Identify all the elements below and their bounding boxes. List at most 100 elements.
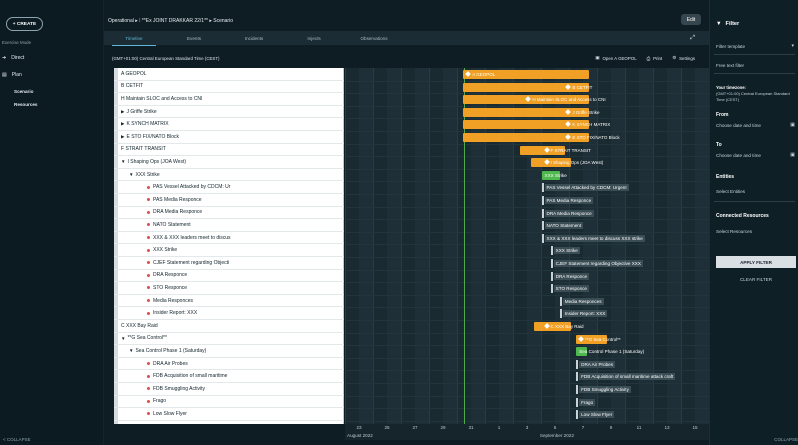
row-label[interactable]: ▶ J Griffe Strike bbox=[114, 106, 344, 119]
collapse-left-button[interactable]: < COLLAPSE bbox=[3, 437, 31, 442]
tab-observations[interactable]: Observations bbox=[344, 35, 404, 41]
entities-select[interactable]: Select Entities bbox=[716, 189, 745, 194]
row-label[interactable]: Low Slow Flyer bbox=[114, 408, 344, 421]
settings-button[interactable]: ⚙ Settings bbox=[672, 55, 695, 61]
print-button[interactable]: ⎙ Print bbox=[647, 56, 663, 61]
row-label-text: Media Responces bbox=[153, 297, 194, 304]
timeline-bar[interactable]: J Griffe Strike bbox=[463, 107, 600, 117]
tab-events[interactable]: Events bbox=[164, 35, 224, 41]
row-label[interactable]: Frago bbox=[114, 396, 344, 409]
edit-button[interactable]: Edit bbox=[681, 14, 701, 25]
clear-filter-button[interactable]: CLEAR FILTER bbox=[716, 274, 796, 284]
row-label[interactable]: A GEOPOL bbox=[114, 68, 344, 81]
event-marker[interactable]: DRA Media Responce bbox=[541, 208, 594, 218]
event-marker[interactable]: XXX Strike bbox=[550, 246, 580, 256]
row-label[interactable]: F STRAIT TRANSIT bbox=[114, 144, 344, 157]
row-label[interactable]: ▼ **G Sea Control** bbox=[114, 333, 344, 346]
collapse-right-button[interactable]: COLLAPSE bbox=[774, 437, 798, 442]
row-label[interactable]: ▼ Sea Control Phase 1 (Saturday) bbox=[114, 345, 344, 358]
event-marker[interactable]: PAS Vessel Attacked by CDCM: Urgent bbox=[541, 183, 629, 193]
chevron-down-icon[interactable]: ▾ bbox=[791, 43, 794, 49]
event-marker[interactable]: XXX & XXX leaders meet to discuss XXX st… bbox=[541, 233, 645, 243]
chevron-down-icon[interactable]: ▼ bbox=[121, 336, 125, 341]
timeline-bar[interactable]: H Maintain SLOC and Access to CNI bbox=[463, 95, 606, 105]
tab-timeline[interactable]: Timeline bbox=[104, 35, 164, 46]
event-marker[interactable]: DRA Responce bbox=[550, 271, 590, 281]
filter-template-select[interactable]: Filter template bbox=[716, 44, 745, 49]
event-marker[interactable]: FDB Smuggling Activity bbox=[576, 385, 631, 394]
event-marker[interactable]: NATO Statement bbox=[541, 221, 584, 231]
row-label[interactable]: PAS Vessel Attacked by CDCM: Ur bbox=[114, 181, 344, 194]
chevron-right-icon[interactable]: ▶ bbox=[121, 121, 124, 127]
row-label[interactable]: B CETFIT bbox=[114, 81, 344, 94]
calendar-icon[interactable]: ▣ bbox=[790, 152, 795, 158]
event-flag-icon bbox=[541, 221, 544, 231]
row-label[interactable]: NATO Statement bbox=[114, 219, 344, 232]
timeline-bar[interactable]: C XXX Bay Raid bbox=[534, 322, 584, 331]
row-label[interactable]: C XXX Bay Raid bbox=[114, 320, 344, 333]
tab-injects[interactable]: Injects bbox=[284, 35, 344, 41]
row-label[interactable]: XXX & XXX leaders meet to discus bbox=[114, 232, 344, 245]
row-label[interactable]: DRA Responce bbox=[114, 270, 344, 283]
open-geopol-label: Open A GEOPOL bbox=[602, 55, 637, 61]
create-button[interactable]: + CREATE bbox=[6, 17, 43, 31]
row-label[interactable]: STO Responce bbox=[114, 282, 344, 295]
chevron-right-icon[interactable]: ▶ bbox=[121, 109, 124, 115]
row-label[interactable]: ▶ E STO FIX/NATO Block bbox=[114, 131, 344, 144]
row-label[interactable]: H Maintain SLOC and Access to CNI bbox=[114, 93, 344, 106]
resources-select[interactable]: Select Resources bbox=[716, 229, 752, 234]
row-label[interactable]: XXX Strike bbox=[114, 244, 344, 257]
event-marker[interactable]: FDB Acquisition of small maritime attack… bbox=[576, 372, 676, 382]
gear-icon: ⚙ bbox=[672, 55, 677, 60]
row-label[interactable]: CJEF Statement regarding Objecti bbox=[114, 257, 344, 270]
chevron-down-icon[interactable]: ▼ bbox=[129, 348, 133, 353]
row-label[interactable]: ▼ XXX Strike bbox=[114, 169, 344, 182]
row-label[interactable]: Insider Report: XXX bbox=[114, 307, 344, 320]
timeline-bar[interactable]: F STRAIT TRANSIT bbox=[519, 145, 591, 155]
event-marker[interactable]: CJEF Statement regarding Objective XXX bbox=[550, 259, 643, 268]
timeline-bar[interactable]: **G Sea Control** bbox=[576, 334, 621, 344]
row-label[interactable]: DRA Media Responce bbox=[114, 207, 344, 220]
chevron-down-icon[interactable]: ▼ bbox=[129, 172, 133, 177]
chevron-down-icon[interactable]: ▼ bbox=[121, 159, 125, 164]
row-label[interactable]: FDB Smuggling Activity bbox=[114, 383, 344, 396]
row-label[interactable]: DRA Air Probes bbox=[114, 358, 344, 371]
row-divider bbox=[345, 383, 709, 384]
event-marker[interactable]: Insider Report: XXX bbox=[559, 309, 608, 319]
timeline-chart-area[interactable]: A GEOPOL B CETFIT H Maintain SLOC and Acce… bbox=[345, 68, 709, 424]
calendar-icon[interactable]: ▣ bbox=[790, 122, 795, 128]
event-marker[interactable]: Low Slow Flyer bbox=[576, 410, 615, 420]
tab-incidents[interactable]: Incidents bbox=[224, 35, 284, 41]
open-geopol-button[interactable]: ▣ Open A GEOPOL bbox=[595, 55, 636, 61]
row-label[interactable]: ▶ K SYNCH MATRIX bbox=[114, 118, 344, 131]
event-label: NATO Statement bbox=[544, 222, 584, 230]
timeline-bar[interactable]: B CETFIT bbox=[463, 82, 592, 92]
timeline-bar[interactable]: I Shaping Ops (JOA West) bbox=[530, 158, 603, 168]
to-date-input[interactable]: Choose date and time bbox=[716, 153, 761, 158]
bar-label-text: H Maintain SLOC and Access to CNI bbox=[532, 97, 606, 103]
event-marker[interactable]: STO Responce bbox=[550, 284, 589, 294]
apply-filter-button[interactable]: APPLY FILTER bbox=[716, 256, 796, 268]
nav-sub-resources[interactable]: Resources bbox=[14, 102, 38, 107]
event-marker[interactable]: Media Responces bbox=[559, 296, 604, 306]
expand-icon[interactable]: ⤢ bbox=[690, 35, 695, 42]
timeline-bar[interactable]: A GEOPOL bbox=[463, 70, 589, 79]
milestone-icon bbox=[565, 121, 572, 128]
row-label[interactable]: PAS Media Responce bbox=[114, 194, 344, 207]
timeline-bar[interactable]: K SYNCH MATRIX bbox=[463, 120, 610, 130]
nav-item-plan[interactable]: ▤ Plan bbox=[2, 72, 22, 78]
row-label[interactable]: ▼ I Shaping Ops (JOA West) bbox=[114, 156, 344, 169]
nav-item-direct[interactable]: ➜ Direct bbox=[2, 55, 24, 61]
event-marker[interactable]: Frago bbox=[576, 397, 596, 407]
event-marker[interactable]: DRA Air Probes bbox=[576, 359, 616, 369]
row-label[interactable]: FDB Acquisition of small maritime bbox=[114, 370, 344, 383]
settings-label: Settings bbox=[679, 55, 695, 61]
from-date-input[interactable]: Choose date and time bbox=[716, 123, 761, 128]
timeline-bar[interactable]: E STO FIX/NATO Block bbox=[463, 133, 620, 142]
nav-sub-scenario[interactable]: Scenario bbox=[14, 89, 33, 94]
free-text-filter-input[interactable]: Free text filter bbox=[716, 63, 744, 68]
chevron-right-icon[interactable]: ▶ bbox=[121, 134, 124, 140]
row-label[interactable]: Media Responces bbox=[114, 295, 344, 308]
event-marker[interactable]: PAS Media Responce bbox=[541, 196, 594, 205]
breadcrumb[interactable]: Operational ▸ ⁞ **Ex JOINT DRAKKAR 22/1*… bbox=[104, 18, 233, 24]
